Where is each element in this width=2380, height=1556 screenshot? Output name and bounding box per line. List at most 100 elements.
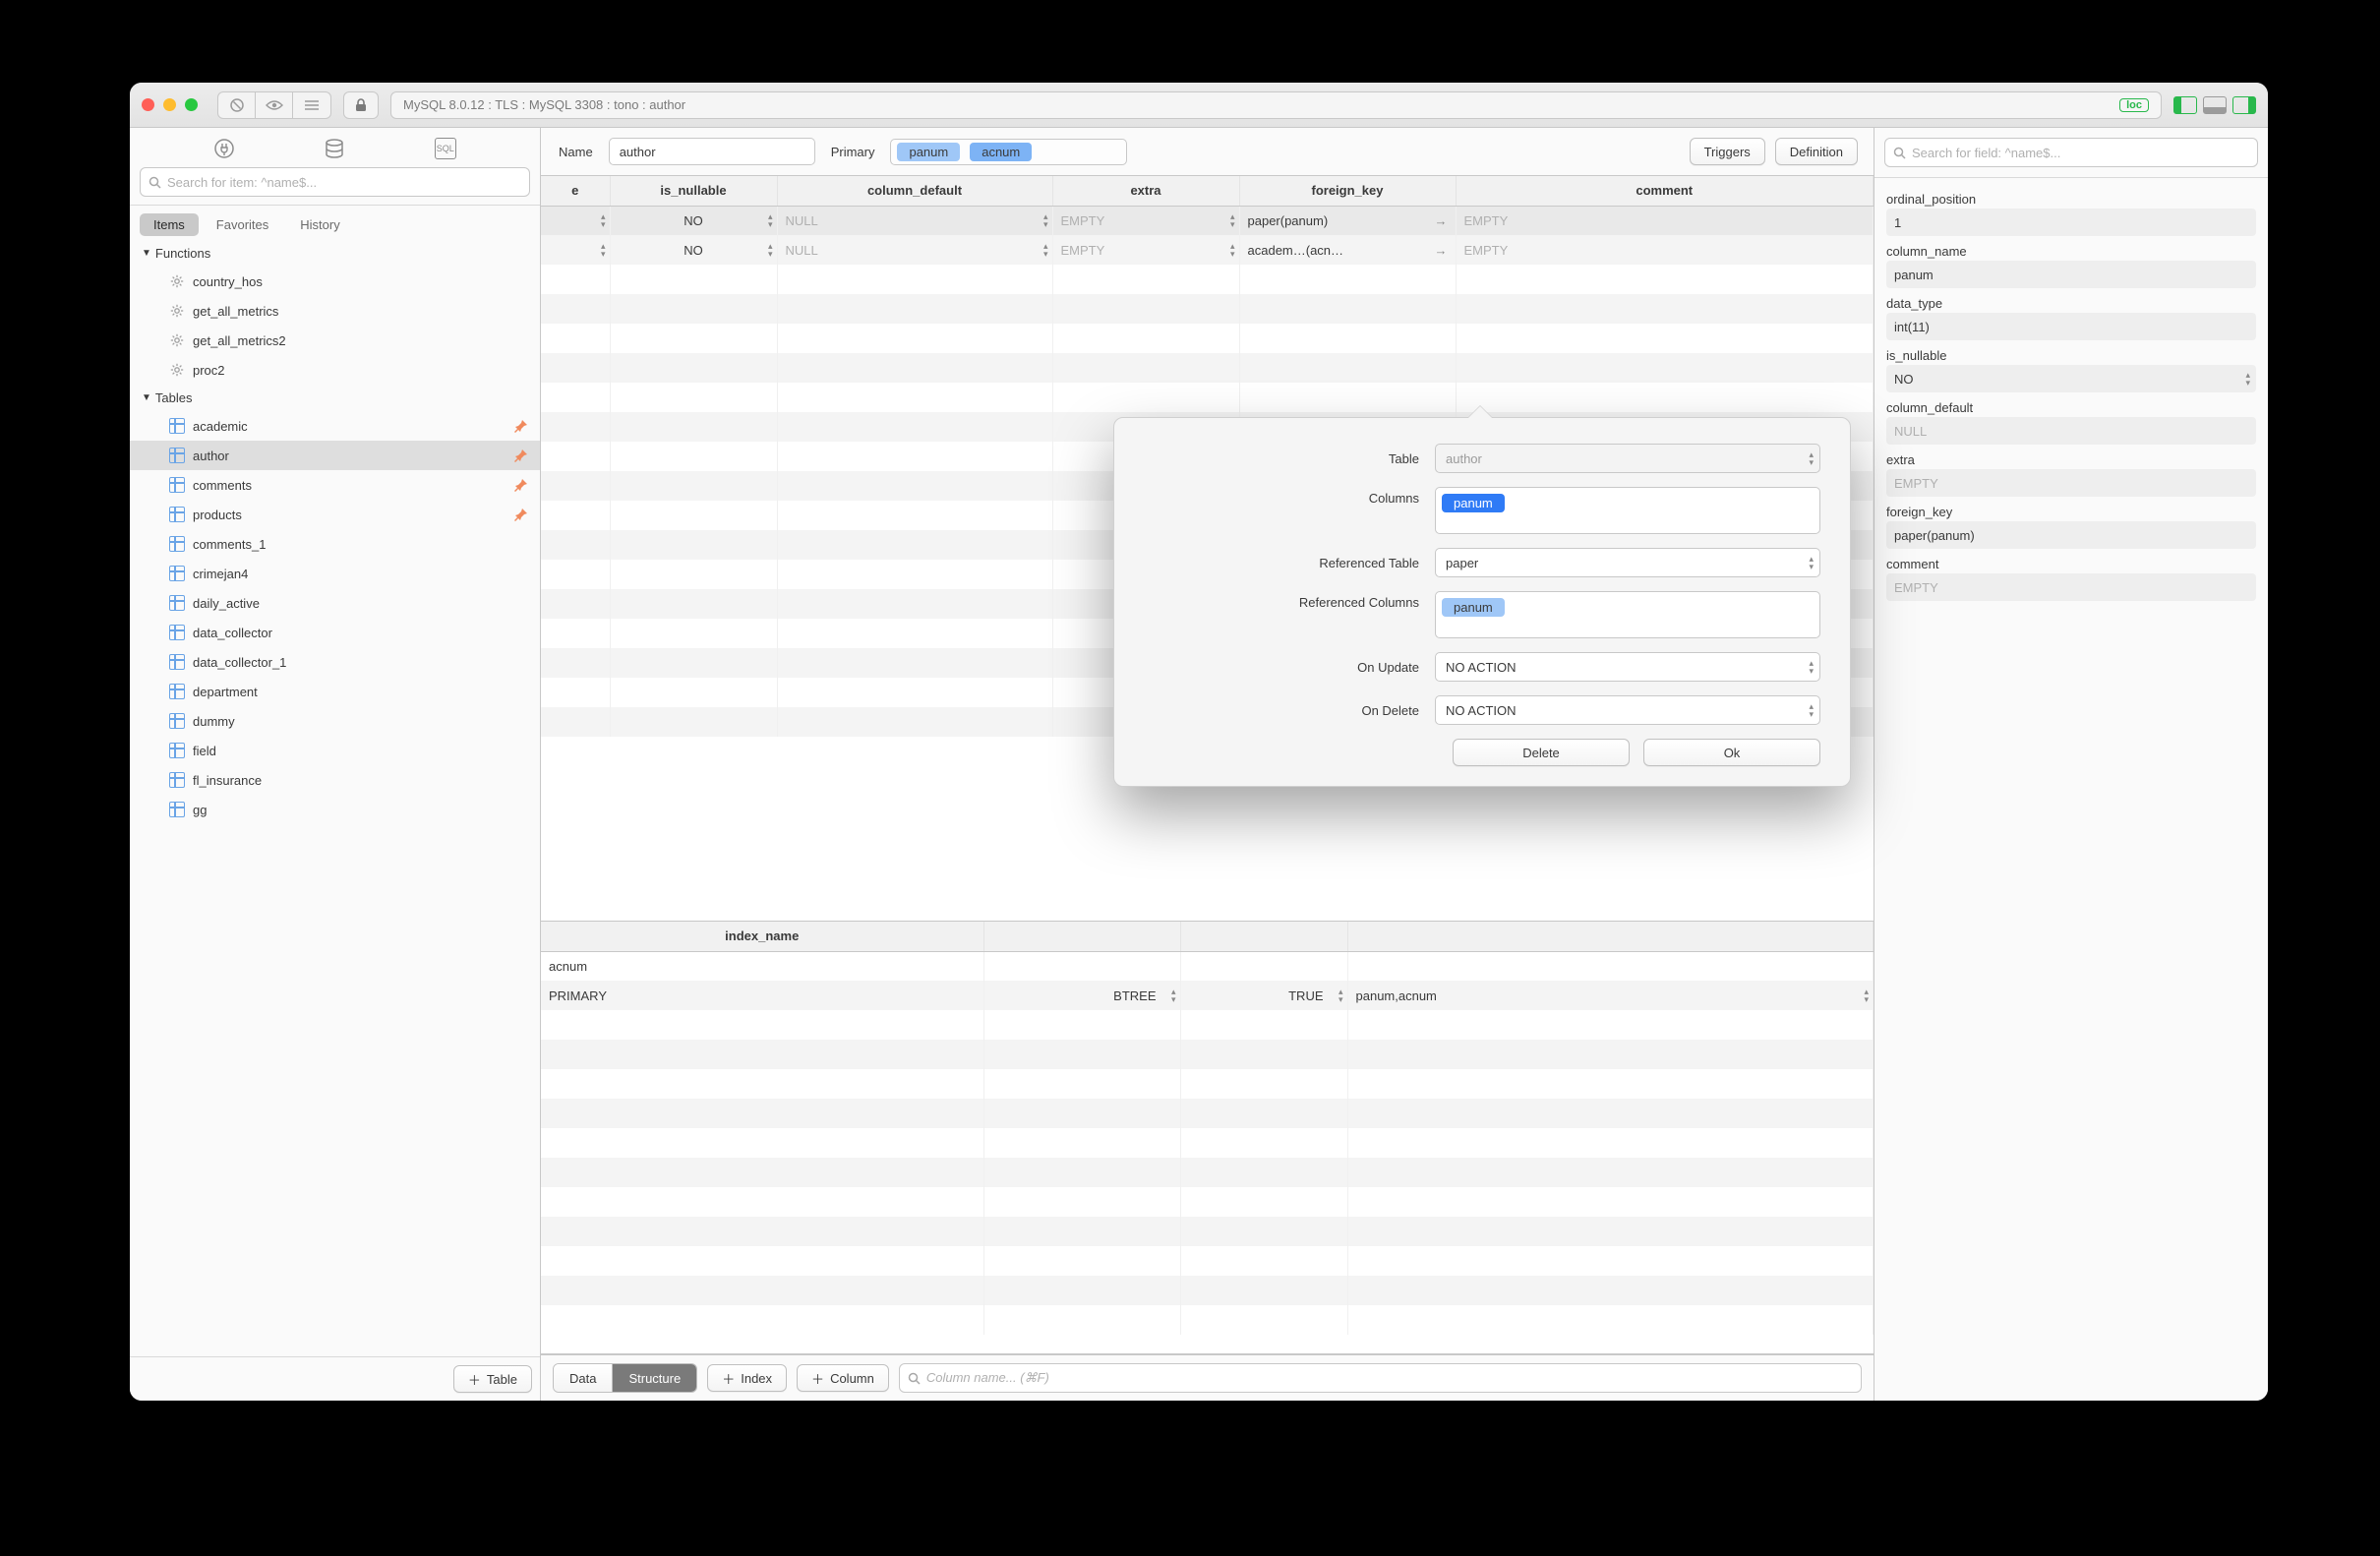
grid-cell[interactable]: EMPTY xyxy=(1052,206,1239,235)
col-header-nullable[interactable]: is_nullable xyxy=(610,176,777,206)
col-header-default[interactable]: column_default xyxy=(777,176,1052,206)
inspector-field-value[interactable]: EMPTY xyxy=(1886,469,2256,497)
toggle-bottom-panel-icon[interactable] xyxy=(2203,96,2227,114)
table-row[interactable]: NONULLEMPTYacadem…(acn…→EMPTY xyxy=(541,235,1874,265)
grid-cell[interactable]: BTREE xyxy=(983,981,1180,1010)
grid-cell[interactable] xyxy=(541,235,610,265)
table-row[interactable]: NONULLEMPTYpaper(panum)→EMPTY xyxy=(541,206,1874,235)
table-row[interactable] xyxy=(541,353,1874,383)
grid-cell[interactable] xyxy=(1180,951,1347,981)
col-header-blank[interactable] xyxy=(983,922,1180,951)
table-row[interactable] xyxy=(541,1158,1874,1187)
grid-cell[interactable] xyxy=(983,951,1180,981)
inspector-field-value[interactable]: int(11) xyxy=(1886,313,2256,340)
table-row[interactable] xyxy=(541,1276,1874,1305)
table-item[interactable]: data_collector xyxy=(130,618,540,647)
table-row[interactable] xyxy=(541,1217,1874,1246)
pin-icon[interactable] xyxy=(514,478,528,492)
table-item[interactable]: comments xyxy=(130,470,540,500)
table-row[interactable] xyxy=(541,294,1874,324)
table-row[interactable] xyxy=(541,1128,1874,1158)
column-tag[interactable]: panum xyxy=(1442,598,1505,617)
popover-ref-table-select[interactable]: paper xyxy=(1435,548,1820,577)
table-row[interactable] xyxy=(541,1069,1874,1099)
traffic-close[interactable] xyxy=(142,98,154,111)
data-view-button[interactable]: Data xyxy=(554,1364,613,1392)
add-table-button[interactable]: ＋ Table xyxy=(453,1365,532,1393)
primary-keys-box[interactable]: panum acnum xyxy=(890,139,1127,165)
primary-key-chip[interactable]: acnum xyxy=(970,143,1032,161)
popover-on-update-select[interactable]: NO ACTION xyxy=(1435,652,1820,682)
popover-table-select[interactable]: author xyxy=(1435,444,1820,473)
table-row[interactable] xyxy=(541,1099,1874,1128)
popover-ref-columns-box[interactable]: panum xyxy=(1435,591,1820,638)
add-index-button[interactable]: ＋Index xyxy=(707,1364,787,1392)
table-row[interactable]: PRIMARYBTREETRUEpanum,acnum xyxy=(541,981,1874,1010)
primary-key-chip[interactable]: panum xyxy=(897,143,960,161)
grid-cell[interactable] xyxy=(1347,951,1874,981)
col-header-type[interactable]: e xyxy=(541,176,610,206)
inspector-field-value[interactable]: NO xyxy=(1886,365,2256,392)
sidebar-search[interactable]: Search for item: ^name$... xyxy=(140,167,530,197)
table-row[interactable] xyxy=(541,1187,1874,1217)
index-grid[interactable]: index_name acnumPRIMARYBTREETRUEpanum,ac… xyxy=(541,922,1874,1354)
pin-icon[interactable] xyxy=(514,419,528,433)
column-tag[interactable]: panum xyxy=(1442,494,1505,512)
grid-cell[interactable]: academ…(acn…→ xyxy=(1239,235,1456,265)
database-icon[interactable] xyxy=(324,138,345,159)
table-row[interactable]: acnum xyxy=(541,951,1874,981)
traffic-zoom[interactable] xyxy=(185,98,198,111)
grid-cell[interactable]: NO xyxy=(610,235,777,265)
inspector-field-value[interactable]: EMPTY xyxy=(1886,573,2256,601)
table-row[interactable] xyxy=(541,1040,1874,1069)
table-item[interactable]: department xyxy=(130,677,540,706)
table-item[interactable]: comments_1 xyxy=(130,529,540,559)
grid-cell[interactable]: TRUE xyxy=(1180,981,1347,1010)
lock-icon[interactable] xyxy=(344,92,378,118)
stop-icon[interactable] xyxy=(218,92,256,118)
inspector-field-value[interactable]: paper(panum) xyxy=(1886,521,2256,549)
grid-cell[interactable]: EMPTY xyxy=(1456,235,1874,265)
table-row[interactable] xyxy=(541,1010,1874,1040)
table-item[interactable]: crimejan4 xyxy=(130,559,540,588)
table-row[interactable] xyxy=(541,324,1874,353)
table-item[interactable]: dummy xyxy=(130,706,540,736)
function-item[interactable]: country_hos xyxy=(130,267,540,296)
col-header-blank[interactable] xyxy=(1180,922,1347,951)
grid-cell[interactable]: NO xyxy=(610,206,777,235)
arrow-right-icon[interactable]: → xyxy=(1435,213,1448,228)
grid-cell[interactable]: NULL xyxy=(777,235,1052,265)
column-filter-input[interactable]: Column name... (⌘F) xyxy=(899,1363,1862,1393)
list-icon[interactable] xyxy=(293,92,330,118)
grid-cell[interactable]: panum,acnum xyxy=(1347,981,1874,1010)
popover-ok-button[interactable]: Ok xyxy=(1643,739,1820,766)
grid-cell[interactable]: acnum xyxy=(541,951,983,981)
functions-section-header[interactable]: ▼ Functions xyxy=(130,240,540,267)
table-row[interactable] xyxy=(541,1246,1874,1276)
table-item[interactable]: field xyxy=(130,736,540,765)
grid-cell[interactable]: NULL xyxy=(777,206,1052,235)
function-item[interactable]: proc2 xyxy=(130,355,540,385)
table-row[interactable] xyxy=(541,383,1874,412)
popover-columns-box[interactable]: panum xyxy=(1435,487,1820,534)
col-header-comment[interactable]: comment xyxy=(1456,176,1874,206)
function-item[interactable]: get_all_metrics2 xyxy=(130,326,540,355)
inspector-field-value[interactable]: NULL xyxy=(1886,417,2256,445)
table-item[interactable]: fl_insurance xyxy=(130,765,540,795)
popover-on-delete-select[interactable]: NO ACTION xyxy=(1435,695,1820,725)
connection-path[interactable]: MySQL 8.0.12 : TLS : MySQL 3308 : tono :… xyxy=(390,91,2162,119)
structure-view-button[interactable]: Structure xyxy=(613,1364,696,1392)
sidebar-tab-favorites[interactable]: Favorites xyxy=(203,213,282,236)
triggers-button[interactable]: Triggers xyxy=(1690,138,1765,165)
grid-cell[interactable]: PRIMARY xyxy=(541,981,983,1010)
eye-icon[interactable] xyxy=(256,92,293,118)
plug-icon[interactable] xyxy=(213,138,235,159)
toggle-left-panel-icon[interactable] xyxy=(2173,96,2197,114)
popover-delete-button[interactable]: Delete xyxy=(1453,739,1630,766)
tables-section-header[interactable]: ▼ Tables xyxy=(130,385,540,411)
inspector-search[interactable]: Search for field: ^name$... xyxy=(1884,138,2258,167)
sidebar-tab-items[interactable]: Items xyxy=(140,213,199,236)
table-item[interactable]: academic xyxy=(130,411,540,441)
grid-cell[interactable]: EMPTY xyxy=(1456,206,1874,235)
definition-button[interactable]: Definition xyxy=(1775,138,1858,165)
